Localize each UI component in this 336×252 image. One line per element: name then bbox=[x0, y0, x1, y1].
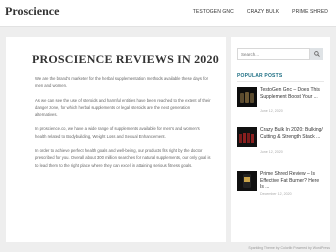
nav-item-testogen-gnc[interactable]: TESTOGEN GNC bbox=[193, 9, 234, 15]
search-input[interactable] bbox=[237, 48, 310, 60]
search-button[interactable] bbox=[310, 48, 323, 60]
footer-credits: Sparkling Theme by Colorlib Powered by W… bbox=[248, 246, 330, 250]
post-paragraph: We are the brand's marketer for the herb… bbox=[35, 76, 208, 89]
site-title[interactable]: Proscience bbox=[5, 4, 59, 19]
post-thumbnail[interactable] bbox=[237, 87, 257, 107]
search-form bbox=[237, 48, 323, 60]
post-paragraph: In order to achieve perfect health goals… bbox=[35, 148, 211, 168]
popular-post-date: June 12, 2020 bbox=[260, 109, 283, 113]
nav-item-crazy-bulk[interactable]: CRAZY BULK bbox=[247, 9, 279, 15]
post-paragraph: In proscience.co, we have a wide range o… bbox=[35, 126, 200, 139]
popular-post-item[interactable]: Prime Shred Review – Is Effective Fat Bu… bbox=[237, 171, 327, 199]
post-body: We are the brand's marketer for the herb… bbox=[35, 75, 211, 176]
popular-post-title[interactable]: Prime Shred Review – Is Effective Fat Bu… bbox=[260, 171, 324, 191]
top-navbar: Proscience TESTOGEN GNC CRAZY BULK PRIME… bbox=[0, 0, 336, 27]
search-icon bbox=[313, 51, 320, 57]
divider bbox=[237, 81, 324, 82]
popular-post-title[interactable]: TestoGen Gnc – Does This Supplement Boos… bbox=[260, 87, 324, 100]
main-nav: TESTOGEN GNC CRAZY BULK PRIME SHRED bbox=[180, 9, 328, 15]
popular-post-item[interactable]: Crazy Bulk In 2020: Bulking/ Cutting & S… bbox=[237, 127, 327, 155]
popular-post-date: December 12, 2020 bbox=[260, 192, 292, 196]
popular-post-item[interactable]: TestoGen Gnc – Does This Supplement Boos… bbox=[237, 87, 327, 115]
popular-post-title[interactable]: Crazy Bulk In 2020: Bulking/ Cutting & S… bbox=[260, 127, 324, 140]
nav-item-prime-shred[interactable]: PRIME SHRED bbox=[292, 9, 328, 15]
main-content: PROSCIENCE REVIEWS IN 2020 We are the br… bbox=[6, 37, 226, 242]
post-paragraph: As we can see the use of steroids and ha… bbox=[35, 97, 211, 118]
popular-posts-heading: POPULAR POSTS bbox=[237, 73, 283, 79]
sidebar: POPULAR POSTS TestoGen Gnc – Does This S… bbox=[231, 37, 330, 242]
post-thumbnail[interactable] bbox=[237, 127, 257, 147]
popular-post-date: June 12, 2020 bbox=[260, 150, 283, 154]
post-thumbnail[interactable] bbox=[237, 171, 257, 191]
post-title: PROSCIENCE REVIEWS IN 2020 bbox=[32, 52, 219, 66]
